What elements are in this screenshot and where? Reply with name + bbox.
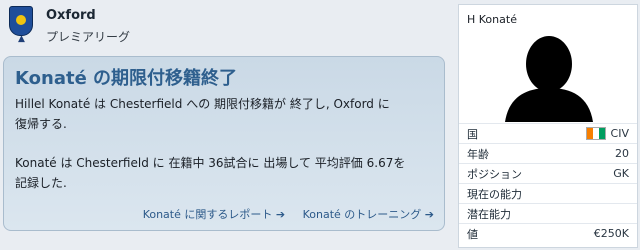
player-nationality-value: CIV bbox=[585, 126, 629, 141]
player-nationality-code: CIV bbox=[610, 126, 629, 140]
player-name[interactable]: H Konaté bbox=[467, 13, 517, 26]
player-row-value-estimate: 値 €250K bbox=[459, 223, 637, 243]
arrow-right-icon: ➔ bbox=[424, 208, 434, 221]
player-row-position: ポジション GK bbox=[459, 163, 637, 183]
player-row-age: 年齢 20 bbox=[459, 143, 637, 163]
news-paragraph-1-line-1: Hillel Konaté は Chesterfield への 期限付移籍が 終… bbox=[15, 97, 390, 111]
player-row-label: 現在の能力 bbox=[467, 187, 522, 201]
player-row-label: 国 bbox=[467, 127, 478, 141]
player-row-nationality: 国 CIV bbox=[459, 123, 637, 143]
player-row-current-ability: 現在の能力 bbox=[459, 183, 637, 203]
league-name[interactable]: プレミアリーグ bbox=[46, 28, 130, 45]
news-paragraph-2: Konaté は Chesterfield に 在籍中 36試合に 出場して 平… bbox=[15, 153, 425, 193]
club-crest-icon[interactable] bbox=[9, 6, 33, 36]
news-title: Konaté の期限付移籍終了 bbox=[15, 68, 238, 89]
player-row-label: 年齢 bbox=[467, 147, 489, 161]
player-row-value: 20 bbox=[615, 147, 629, 160]
player-report-link[interactable]: Konaté に関するレポート ➔ bbox=[143, 208, 289, 221]
news-paragraph-1: Hillel Konaté は Chesterfield への 期限付移籍が 終… bbox=[15, 94, 425, 134]
player-row-potential-ability: 潜在能力 bbox=[459, 203, 637, 223]
player-training-link-label: Konaté のトレーニング bbox=[302, 208, 422, 221]
player-panel: H Konaté 国 CIV 年齢 20 ポジション GK 現在の能力 潜在能力 bbox=[458, 4, 638, 248]
player-info-table: 国 CIV 年齢 20 ポジション GK 現在の能力 潜在能力 値 €250K bbox=[459, 123, 637, 243]
club-name[interactable]: Oxford bbox=[46, 8, 96, 23]
player-row-value: GK bbox=[613, 167, 629, 180]
news-paragraph-1-line-2: 復帰する. bbox=[15, 117, 67, 131]
player-report-link-label: Konaté に関するレポート bbox=[142, 208, 273, 221]
player-row-value: €250K bbox=[593, 227, 629, 240]
player-row-label: 潜在能力 bbox=[467, 207, 511, 221]
player-row-label: 値 bbox=[467, 227, 478, 241]
player-silhouette-icon bbox=[505, 36, 593, 122]
player-row-label: ポジション bbox=[467, 167, 522, 181]
player-training-link[interactable]: Konaté のトレーニング ➔ bbox=[303, 208, 434, 221]
news-paragraph-2-line-2: 記録した. bbox=[15, 176, 67, 190]
ivory-coast-flag-icon bbox=[585, 127, 606, 141]
club-header: ▲ Oxford プレミアリーグ bbox=[0, 0, 448, 48]
news-paragraph-2-line-1: Konaté は Chesterfield に 在籍中 36試合に 出場して 平… bbox=[15, 156, 406, 170]
arrow-right-icon: ➔ bbox=[275, 208, 286, 221]
news-links: Konaté に関するレポート ➔ Konaté のトレーニング ➔ bbox=[129, 206, 434, 222]
news-card: Konaté の期限付移籍終了 Hillel Konaté は Chesterf… bbox=[3, 56, 445, 231]
pin-icon: ▲ bbox=[18, 34, 25, 44]
